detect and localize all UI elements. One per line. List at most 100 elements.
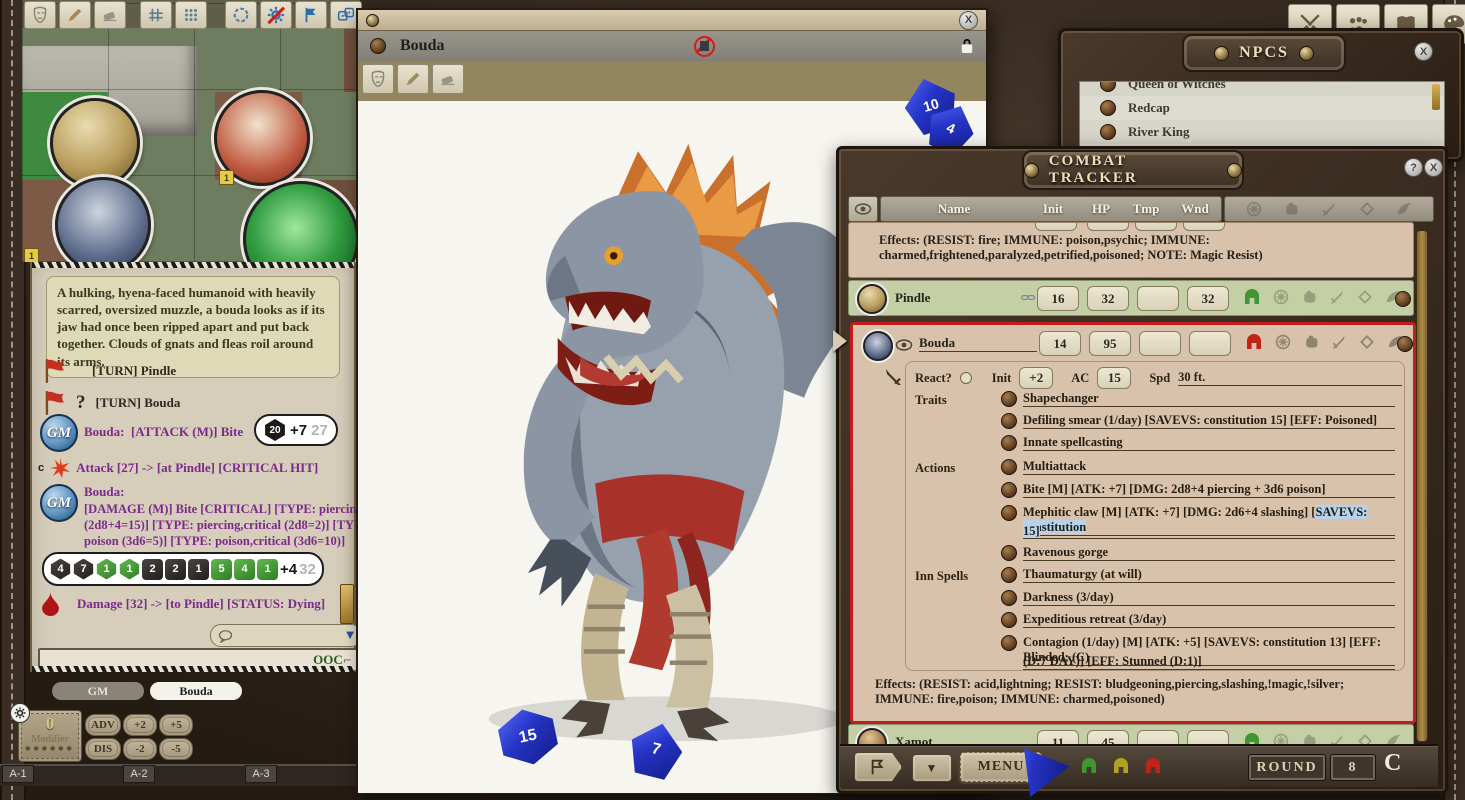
round-counter[interactable]: 8 bbox=[1330, 754, 1376, 781]
neutral-filter-helmet-icon[interactable] bbox=[1110, 756, 1132, 776]
tracker-scrollbar[interactable] bbox=[1416, 230, 1428, 742]
spell-item-contagion-line2[interactable]: (D:7 DAY)] [EFF: Stunned (D:1)] bbox=[1023, 654, 1395, 670]
amulet-icon[interactable] bbox=[1357, 289, 1373, 305]
column-wnd[interactable]: Wnd bbox=[1169, 201, 1221, 217]
spell-dot[interactable] bbox=[1001, 567, 1017, 583]
action-dot[interactable] bbox=[1001, 482, 1017, 498]
action-dot[interactable] bbox=[1001, 459, 1017, 475]
target-icon[interactable] bbox=[1273, 289, 1289, 305]
tmp-field[interactable] bbox=[1139, 331, 1181, 356]
init-field[interactable]: 14 bbox=[1039, 331, 1081, 356]
friendly-filter-helmet-icon[interactable] bbox=[1078, 756, 1100, 776]
spd-value[interactable]: 30 ft. bbox=[1178, 370, 1402, 386]
sword-icon[interactable] bbox=[1331, 334, 1347, 350]
hotkey-tab-a2[interactable]: A-2 bbox=[123, 765, 155, 783]
combatant-name[interactable]: Bouda bbox=[919, 335, 1037, 352]
spell-item[interactable]: Darkness (3/day) bbox=[1023, 590, 1395, 606]
modifier-gear-badge[interactable] bbox=[10, 703, 30, 723]
spell-item[interactable]: Thaumaturgy (at will) bbox=[1023, 567, 1395, 583]
next-turn-button[interactable] bbox=[854, 752, 902, 782]
hotkey-tab-a3[interactable]: A-3 bbox=[245, 765, 277, 783]
trait-dot[interactable] bbox=[1001, 413, 1017, 429]
hostile-helmet-icon[interactable] bbox=[1243, 332, 1265, 352]
refresh-icon[interactable]: C bbox=[1384, 750, 1401, 777]
trait-dot[interactable] bbox=[1001, 435, 1017, 451]
record-link-dot[interactable] bbox=[1397, 336, 1413, 352]
trait-item[interactable]: Shapechanger bbox=[1023, 391, 1395, 407]
dot-grid-icon[interactable] bbox=[175, 1, 207, 29]
map-window[interactable]: 1 1 bbox=[22, 0, 360, 262]
lock-icon[interactable] bbox=[960, 37, 974, 55]
scrollbar-ornament[interactable] bbox=[1432, 84, 1440, 110]
npc-list-item[interactable]: Redcap bbox=[1080, 96, 1444, 120]
tracker-row-pindle[interactable]: Pindle 16 32 32 bbox=[848, 280, 1414, 316]
action-item[interactable]: Multiattack bbox=[1023, 459, 1395, 475]
react-radio[interactable] bbox=[960, 372, 972, 384]
trait-item[interactable]: Innate spellcasting bbox=[1023, 435, 1395, 451]
identity-tab-bouda[interactable]: Bouda bbox=[150, 682, 242, 700]
npc-link-dot[interactable] bbox=[1100, 81, 1116, 92]
combatant-name[interactable]: Pindle bbox=[895, 290, 930, 306]
combat-tracker-title-plate[interactable]: COMBAT TRACKER bbox=[1022, 150, 1244, 190]
spell-dot[interactable] bbox=[1001, 590, 1017, 606]
hostile-filter-helmet-icon[interactable] bbox=[1142, 756, 1164, 776]
close-icon[interactable]: X bbox=[1414, 42, 1433, 61]
grid-icon[interactable] bbox=[140, 1, 172, 29]
wnd-field[interactable]: 32 bbox=[1187, 286, 1229, 311]
bouda-portrait[interactable] bbox=[863, 331, 893, 361]
tracker-header-eye[interactable] bbox=[848, 196, 878, 222]
sword-icon[interactable] bbox=[1329, 289, 1345, 305]
wing-icon[interactable] bbox=[1396, 201, 1412, 217]
spell-item[interactable]: Expeditious retreat (3/day) bbox=[1023, 612, 1395, 628]
tmp-field[interactable] bbox=[1137, 286, 1179, 311]
npc-link-dot[interactable] bbox=[1100, 124, 1116, 140]
identity-tab-gm[interactable]: GM bbox=[52, 682, 144, 700]
eraser-icon[interactable] bbox=[432, 64, 464, 94]
close-icon[interactable]: X bbox=[959, 11, 978, 30]
plus5-button[interactable]: +5 bbox=[159, 714, 193, 736]
pencil-icon[interactable] bbox=[397, 64, 429, 94]
column-hp[interactable]: HP bbox=[1079, 201, 1123, 217]
hotkey-tab-a1[interactable]: A-1 bbox=[2, 765, 34, 783]
init-mod-field[interactable]: +2 bbox=[1019, 367, 1053, 389]
mask-icon[interactable] bbox=[362, 64, 394, 94]
trait-item[interactable]: Defiling smear (1/day) [SAVEVS: constitu… bbox=[1023, 413, 1395, 429]
token-pindle[interactable] bbox=[50, 98, 140, 188]
column-name[interactable]: Name bbox=[881, 201, 1027, 217]
spell-dot[interactable] bbox=[1001, 635, 1017, 651]
dis-button[interactable]: DIS bbox=[85, 738, 121, 760]
gauntlet-icon[interactable] bbox=[1283, 201, 1299, 217]
grid-disable-icon[interactable] bbox=[260, 1, 292, 29]
chat-mode-dropdown[interactable]: ▼ bbox=[210, 624, 362, 647]
record-link-dot[interactable] bbox=[1395, 291, 1411, 307]
action-item-mephitic-claw[interactable]: Mephitic claw [M] [ATK: +7] [DMG: 2d6+4 … bbox=[1023, 505, 1395, 536]
pencil-icon[interactable] bbox=[59, 1, 91, 29]
target-icon[interactable] bbox=[1275, 334, 1291, 350]
pindle-portrait[interactable] bbox=[857, 284, 887, 314]
amulet-icon[interactable] bbox=[1359, 334, 1375, 350]
scroll-down-button[interactable]: ▼ bbox=[912, 754, 952, 782]
image-window-grab-bar[interactable]: X bbox=[358, 10, 986, 31]
mask-icon[interactable] bbox=[24, 1, 56, 29]
init-field[interactable]: 16 bbox=[1037, 286, 1079, 311]
minus2-button[interactable]: -2 bbox=[123, 738, 157, 760]
radius-ring-icon[interactable] bbox=[225, 1, 257, 29]
gauntlet-icon[interactable] bbox=[1301, 289, 1317, 305]
npc-list-item[interactable]: Queen of Witches bbox=[1080, 81, 1444, 96]
record-link-dot[interactable] bbox=[370, 38, 386, 54]
eye-icon[interactable] bbox=[895, 339, 913, 351]
action-dot[interactable] bbox=[1001, 505, 1017, 521]
npcs-title-plate[interactable]: NPCS bbox=[1182, 34, 1346, 72]
hp-field[interactable]: 32 bbox=[1087, 286, 1129, 311]
action-item[interactable]: Bite [M] [ATK: +7] [DMG: 2d8+4 piercing … bbox=[1023, 482, 1395, 498]
friendly-helmet-icon[interactable] bbox=[1241, 287, 1263, 307]
column-init[interactable]: Init bbox=[1027, 201, 1079, 217]
plus2-button[interactable]: +2 bbox=[123, 714, 157, 736]
sword-icon[interactable] bbox=[1321, 201, 1337, 217]
minus5-button[interactable]: -5 bbox=[159, 738, 193, 760]
action-dot[interactable] bbox=[1001, 545, 1017, 561]
attack-sword-icon[interactable] bbox=[883, 367, 903, 387]
adv-button[interactable]: ADV bbox=[85, 714, 121, 736]
help-icon[interactable]: ? bbox=[1404, 158, 1423, 177]
npc-list-item[interactable]: River King bbox=[1080, 120, 1444, 144]
